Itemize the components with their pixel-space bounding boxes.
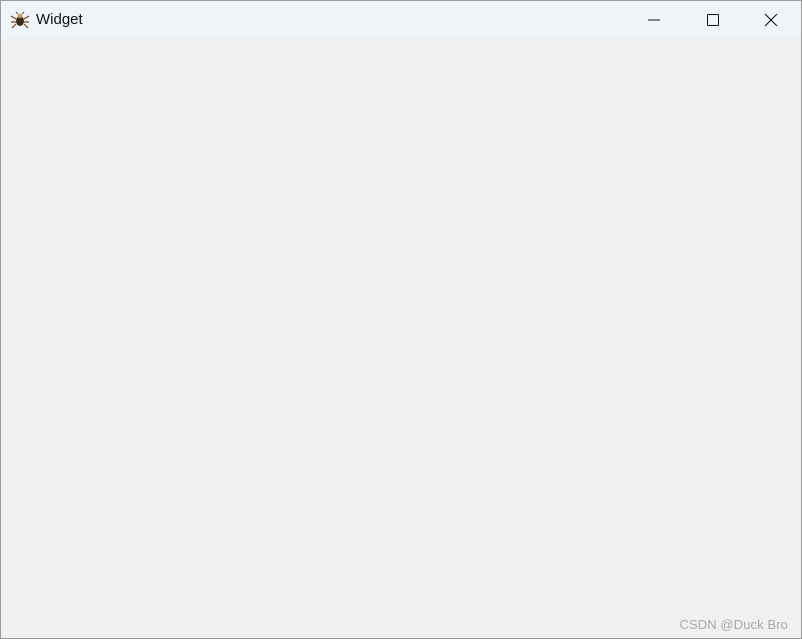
maximize-button[interactable] [684, 1, 742, 38]
close-icon [764, 13, 778, 27]
watermark-text: CSDN @Duck Bro [679, 617, 788, 632]
app-window: Widget CSDN @Duck Bro [0, 0, 802, 639]
bug-icon [10, 11, 30, 29]
window-title: Widget [36, 11, 83, 28]
widget-client-area[interactable]: CSDN @Duck Bro [1, 38, 801, 638]
minimize-icon [648, 14, 660, 26]
close-button[interactable] [742, 1, 800, 38]
title-bar[interactable]: Widget [1, 1, 801, 38]
maximize-icon [707, 13, 719, 26]
minimize-button[interactable] [625, 1, 683, 38]
